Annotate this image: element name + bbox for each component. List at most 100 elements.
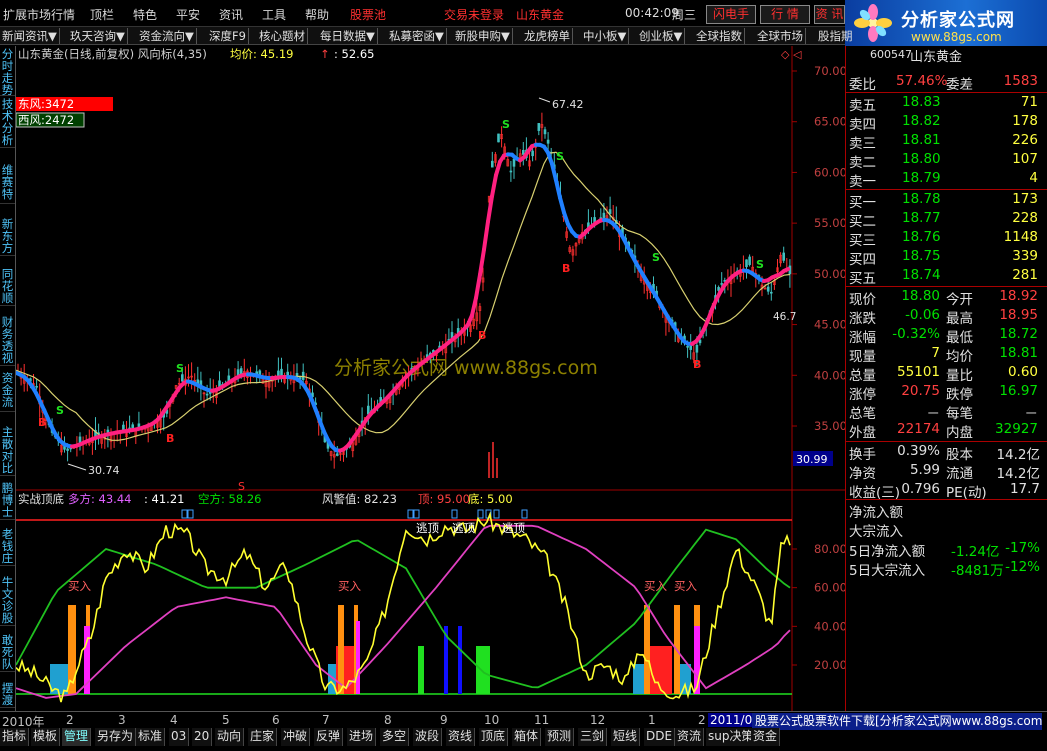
- sell-signal: S: [502, 118, 510, 131]
- candle-body: [748, 256, 751, 265]
- indicator-tab[interactable]: 三剑: [578, 728, 608, 746]
- ad-banner[interactable]: 股票公式股票软件下载[分析家公式网www.88gs.com]: [752, 713, 1042, 730]
- stat-value: 7: [931, 345, 940, 361]
- toolbar-jiutian[interactable]: 玖天咨询▼: [68, 28, 128, 44]
- indicator-tab[interactable]: 波段: [413, 728, 443, 746]
- indicator-tab[interactable]: 多空: [380, 728, 410, 746]
- indicator-tab[interactable]: 资流: [675, 728, 705, 746]
- candle-body: [537, 123, 541, 131]
- toolbar-core-theme[interactable]: 核心题材: [257, 28, 308, 44]
- menu-item-feature[interactable]: 特色: [133, 6, 157, 23]
- fund-value: 14.2亿: [996, 447, 1040, 463]
- tab-main-retail[interactable]: 主散对比: [0, 426, 15, 476]
- buy-signal: B: [38, 416, 46, 429]
- stat-value: 18.81: [999, 345, 1038, 361]
- toolbar-f9[interactable]: 深度F9: [207, 28, 249, 44]
- toolbar-dragon-tiger[interactable]: 龙虎榜单: [522, 28, 573, 44]
- stat-value: -0.06: [905, 307, 940, 323]
- flow-subtitle: 大宗流入: [849, 524, 903, 540]
- tab-niuwen[interactable]: 牛文诊股: [0, 576, 15, 626]
- indicator-tab[interactable]: 动向: [215, 728, 245, 746]
- tab-tonghuashun[interactable]: 同花顺: [0, 268, 15, 306]
- toolbar-private-letter[interactable]: 私募密函▼: [387, 28, 447, 44]
- indicator-tab[interactable]: 顶底: [479, 728, 509, 746]
- indicator-bear: 空方: 58.26: [198, 492, 261, 506]
- flow-value-2: -8481万: [951, 563, 1004, 579]
- toolbar-daily-data[interactable]: 每日数据▼: [318, 28, 378, 44]
- info-button[interactable]: 资 讯: [814, 5, 845, 24]
- ask-row: 卖三 18.81 226: [846, 132, 1047, 152]
- menu-item-news[interactable]: 资讯: [219, 6, 243, 23]
- login-status[interactable]: 交易未登录: [444, 6, 504, 23]
- chart-area[interactable]: 70.00 65.00 60.00 55.00 50.00 45.00 40.00 35.00…: [16, 46, 845, 711]
- indicator-tab[interactable]: 短线: [611, 728, 641, 746]
- indicator-tab[interactable]: 进场: [347, 728, 377, 746]
- indicator-tab[interactable]: 管理: [62, 728, 92, 746]
- time-label-4: 5: [222, 713, 230, 727]
- tab-new-oriental[interactable]: 新东方: [0, 218, 15, 256]
- flow-value-1: -1.24亿: [951, 544, 1000, 560]
- indicator-tab[interactable]: 03: [169, 728, 190, 746]
- indicator-tab[interactable]: 标准: [136, 728, 166, 746]
- stat-row: 涨跌 -0.06 最高 18.95: [846, 307, 1047, 327]
- flow-title-row: 净流入额: [846, 501, 1047, 521]
- sell-signal: S: [756, 258, 764, 271]
- indicator-tab[interactable]: 资线: [446, 728, 476, 746]
- candle-body: [66, 448, 69, 451]
- tab-dare-die[interactable]: 敢死队: [0, 634, 15, 672]
- toolbar-global-index[interactable]: 全球指数: [694, 28, 745, 44]
- stat-label: 跌停: [946, 387, 973, 403]
- toolbar-capital-flow[interactable]: 资金流向▼: [137, 28, 197, 44]
- indicator-bar: [633, 664, 645, 694]
- indicator-tab[interactable]: 冲破: [281, 728, 311, 746]
- tab-dr-peng[interactable]: 鹏博士: [0, 482, 15, 520]
- ind-axis-label: 80.00: [814, 542, 845, 556]
- toolbar-index-futures[interactable]: 股指期: [816, 28, 855, 44]
- tab-laoqian[interactable]: 老钱庄: [0, 528, 15, 566]
- indicator-tab[interactable]: 模板: [31, 728, 61, 746]
- tab-technical[interactable]: 技术分析: [0, 98, 15, 148]
- time-label-12: 1: [648, 713, 656, 727]
- indicator-tab[interactable]: 预测: [545, 728, 575, 746]
- indicator-tab[interactable]: DDE: [644, 728, 676, 746]
- quote-button[interactable]: 行 情: [760, 5, 810, 24]
- toolbar-global-market[interactable]: 全球市场: [755, 28, 806, 44]
- indicator-tab[interactable]: 反弹: [314, 728, 344, 746]
- tab-financial[interactable]: 财务透视: [0, 316, 15, 366]
- price-axis-label: 35.00: [814, 419, 845, 433]
- toolbar-gem-board[interactable]: 创业板▼: [637, 28, 686, 44]
- menu-item-tools[interactable]: 工具: [262, 6, 286, 23]
- tab-ferry[interactable]: 摆渡: [0, 682, 15, 708]
- flash-trade-button[interactable]: 闪电手: [706, 5, 756, 24]
- fund-value: 0.39%: [897, 443, 940, 459]
- menu-item-help[interactable]: 帮助: [305, 6, 329, 23]
- indicator-tab[interactable]: 庄家: [248, 728, 278, 746]
- candle-body: [205, 393, 209, 396]
- indicator-tab[interactable]: sup决策: [706, 728, 757, 746]
- indicator-tab[interactable]: 箱体: [512, 728, 542, 746]
- indicator-tab[interactable]: 指标: [0, 728, 30, 746]
- toolbar-news[interactable]: 新闻资讯▼: [0, 28, 60, 44]
- indicator-tab[interactable]: 20: [192, 728, 213, 746]
- bid-label: 买一: [849, 195, 876, 211]
- ask-row: 卖四 18.82 178: [846, 113, 1047, 133]
- stat-row: 总笔 － 每笔 －: [846, 402, 1047, 422]
- bid-row: 买一 18.78 173: [846, 191, 1047, 211]
- logo-url: www.88gs.com: [911, 30, 1002, 44]
- menu-item-extended-market[interactable]: 扩展市场行情: [3, 6, 75, 23]
- indicator-tab[interactable]: 另存为: [95, 728, 137, 746]
- quote-panel: 600547 山东黄金 委比 57.46% 委差 1583 净流入额 大宗流入 …: [845, 46, 1047, 711]
- menu-item-stock-pool[interactable]: 股票池: [350, 6, 386, 23]
- bid-row: 买三 18.76 1148: [846, 229, 1047, 249]
- tab-weisaite[interactable]: 维赛特: [0, 164, 15, 204]
- menu-item-pingan[interactable]: 平安: [176, 6, 200, 23]
- price-axis-label: 45.00: [814, 318, 845, 332]
- tab-capital-flow[interactable]: 资金流: [0, 372, 15, 412]
- flow-title: 净流入额: [849, 505, 903, 521]
- toolbar-sme-board[interactable]: 中小板▼: [581, 28, 630, 44]
- indicator-tab[interactable]: 资金: [751, 728, 781, 746]
- menu-item-topbar[interactable]: 顶栏: [90, 6, 114, 23]
- tab-intraday[interactable]: 分时走势: [0, 48, 15, 96]
- bid-price: 18.78: [902, 191, 941, 207]
- toolbar-ipo[interactable]: 新股申购▼: [453, 28, 513, 44]
